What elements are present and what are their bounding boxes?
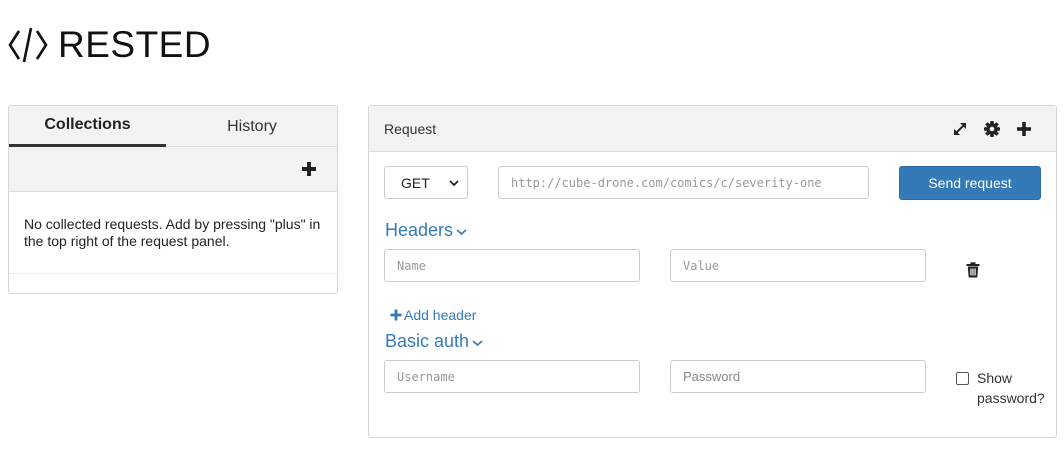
empty-collections-message: No collected requests. Add by pressing "… bbox=[9, 192, 337, 274]
gear-icon[interactable] bbox=[983, 120, 1001, 138]
chevron-down-icon bbox=[449, 179, 459, 186]
plus-icon[interactable] bbox=[1015, 120, 1033, 138]
show-password-checkbox[interactable] bbox=[956, 372, 969, 385]
request-panel-title: Request bbox=[384, 121, 437, 137]
chevron-down-icon bbox=[472, 339, 483, 346]
app-header: RESTED bbox=[8, 24, 211, 66]
password-input[interactable]: Password bbox=[670, 360, 926, 393]
chevron-down-icon bbox=[456, 228, 467, 235]
request-panel: Request GET http://cube-drone.com/comics… bbox=[368, 105, 1057, 438]
send-request-button[interactable]: Send request bbox=[899, 166, 1041, 200]
trash-icon[interactable] bbox=[966, 262, 980, 278]
method-select[interactable]: GET bbox=[384, 166, 468, 199]
collections-toolbar bbox=[9, 147, 337, 192]
show-password-label: Show password? bbox=[977, 370, 1045, 406]
app-title: RESTED bbox=[58, 24, 212, 65]
url-input[interactable]: http://cube-drone.com/comics/c/severity-… bbox=[498, 166, 869, 199]
add-header-button[interactable]: Add header bbox=[390, 307, 476, 323]
method-select-value: GET bbox=[401, 174, 430, 191]
tab-history[interactable]: History bbox=[166, 106, 337, 147]
collections-tabs: Collections History bbox=[9, 106, 337, 147]
expand-icon[interactable] bbox=[951, 120, 969, 138]
code-brackets-icon bbox=[8, 27, 48, 63]
tab-collections[interactable]: Collections bbox=[9, 106, 166, 147]
headers-toggle-label: Headers bbox=[385, 220, 454, 240]
add-header-label: Add header bbox=[404, 307, 477, 323]
header-value-input[interactable]: Value bbox=[670, 249, 926, 282]
header-name-input[interactable]: Name bbox=[384, 249, 640, 282]
basic-auth-toggle[interactable]: Basic auth bbox=[385, 331, 483, 352]
request-panel-header: Request bbox=[369, 106, 1056, 152]
plus-icon bbox=[390, 309, 402, 321]
collections-panel: Collections History No collected request… bbox=[8, 105, 338, 294]
show-password-toggle[interactable]: Show password? bbox=[956, 368, 1049, 408]
basic-auth-toggle-label: Basic auth bbox=[385, 331, 470, 351]
username-input[interactable]: Username bbox=[384, 360, 640, 393]
headers-toggle[interactable]: Headers bbox=[385, 220, 467, 241]
plus-icon[interactable] bbox=[299, 159, 319, 179]
